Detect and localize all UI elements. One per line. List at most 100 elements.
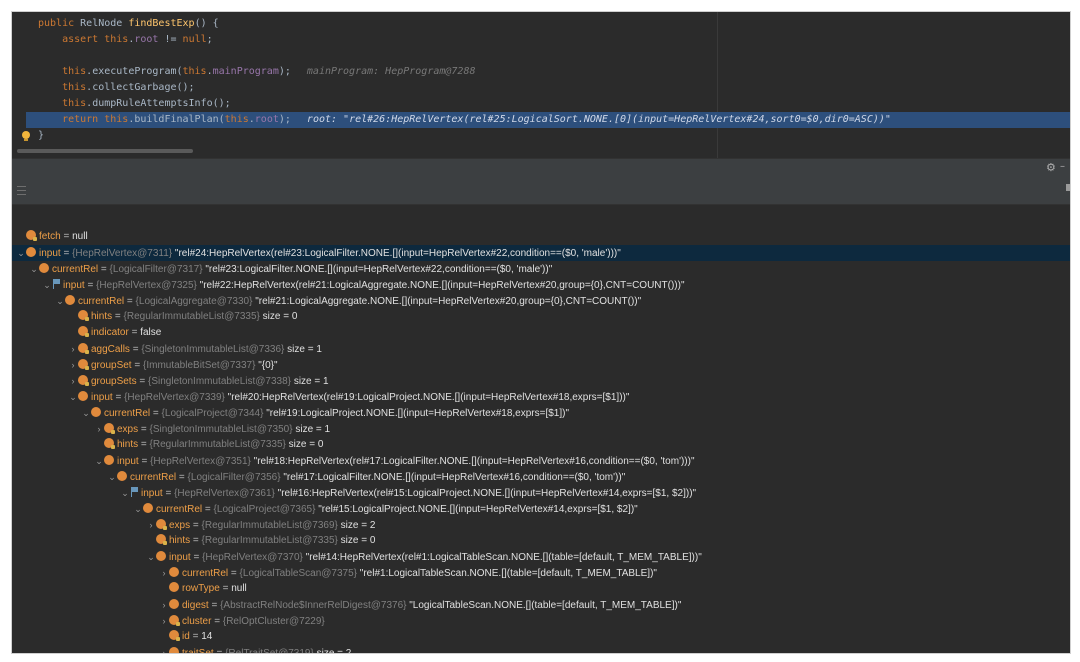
- variable-name: exps: [169, 520, 191, 531]
- expand-arrow-icon[interactable]: ›: [159, 613, 169, 629]
- code-line[interactable]: this.executeProgram(this.mainProgram); ma…: [38, 64, 475, 80]
- variable-row[interactable]: ⌄ input = {HepRelVertex@7361} "rel#16:Hep…: [12, 485, 1070, 501]
- variable-row[interactable]: › groupSet = {ImmutableBitSet@7337} "{0}": [12, 357, 1070, 373]
- field-icon: [39, 263, 49, 273]
- variable-row[interactable]: › digest = {AbstractRelNode$InnerRelDiges…: [12, 597, 1070, 613]
- expand-arrow-icon[interactable]: ›: [146, 517, 156, 533]
- collapse-arrow-icon[interactable]: ⌄: [55, 293, 65, 309]
- field-icon: [169, 582, 179, 592]
- code-line-current[interactable]: return this.buildFinalPlan(this.root); ro…: [26, 112, 1070, 128]
- code-editor[interactable]: public RelNode findBestExp() { assert th…: [12, 12, 1070, 158]
- variable-row[interactable]: hints = {RegularImmutableList@7335} size…: [12, 533, 1070, 549]
- variable-row[interactable]: ⌄ currentRel = {LogicalFilter@7317} "rel#…: [12, 261, 1070, 277]
- collapse-arrow-icon[interactable]: ⌄: [68, 389, 78, 405]
- variable-row[interactable]: › exps = {SingletonImmutableList@7350} si…: [12, 421, 1070, 437]
- horizontal-scrollbar[interactable]: [17, 149, 193, 153]
- variable-value: "rel#22:HepRelVertex(rel#21:LogicalAggre…: [199, 280, 685, 291]
- code-line[interactable]: this.collectGarbage();: [38, 80, 194, 96]
- equals-sign: =: [202, 504, 214, 515]
- expand-arrow-icon[interactable]: ›: [159, 597, 169, 613]
- code-line[interactable]: this.dumpRuleAttemptsInfo();: [38, 96, 231, 112]
- variable-type: {LogicalAggregate@7330}: [135, 296, 253, 307]
- lightbulb-icon[interactable]: [22, 131, 30, 141]
- equals-sign: =: [138, 456, 151, 467]
- collapse-arrow-icon[interactable]: ⌄: [16, 245, 26, 261]
- expand-arrow-icon[interactable]: ›: [159, 645, 169, 653]
- minimize-icon[interactable]: –: [1060, 162, 1068, 172]
- variable-row[interactable]: hints = {RegularImmutableList@7335} size…: [12, 437, 1070, 453]
- variable-row[interactable]: ⌄ currentRel = {LogicalAggregate@7330} "r…: [12, 293, 1070, 309]
- variable-row[interactable]: id = 14: [12, 629, 1070, 645]
- collapse-arrow-icon[interactable]: ⌄: [94, 453, 104, 469]
- final-field-icon: [78, 343, 89, 354]
- collapse-arrow-icon[interactable]: ⌄: [42, 277, 52, 293]
- variable-row[interactable]: ⌄ currentRel = {LogicalFilter@7356} "rel#…: [12, 469, 1070, 485]
- code-token: public: [38, 18, 81, 29]
- variable-value: "rel#21:LogicalAggregate.NONE.[](input=H…: [255, 296, 642, 307]
- code-line[interactable]: assert this.root != null;: [38, 32, 213, 48]
- equals-sign: =: [190, 552, 203, 563]
- expand-arrow-icon[interactable]: ›: [94, 421, 104, 437]
- equals-sign: =: [228, 568, 240, 579]
- menu-icon[interactable]: [17, 186, 26, 195]
- expand-arrow-icon[interactable]: ›: [68, 341, 78, 357]
- variable-row[interactable]: ⌄ currentRel = {LogicalProject@7365} "rel…: [12, 501, 1070, 517]
- variable-row[interactable]: rowType = null: [12, 581, 1070, 597]
- collapse-arrow-icon[interactable]: ⌄: [107, 469, 117, 485]
- code-token: findBestExp: [128, 18, 195, 29]
- variable-value: size = 2: [316, 648, 352, 654]
- variable-row[interactable]: › aggCalls = {SingletonImmutableList@7336…: [12, 341, 1070, 357]
- code-line[interactable]: }: [38, 128, 44, 144]
- equals-sign: =: [136, 376, 148, 387]
- expand-arrow-icon[interactable]: ›: [159, 565, 169, 581]
- equals-sign: =: [162, 488, 175, 499]
- variable-row[interactable]: ⌄ input = {HepRelVertex@7325} "rel#22:Hep…: [12, 277, 1070, 293]
- variable-name: cluster: [182, 616, 212, 627]
- variable-name: input: [117, 456, 139, 467]
- flag-icon: [130, 487, 138, 497]
- collapse-arrow-icon[interactable]: ⌄: [29, 261, 39, 277]
- variables-tree[interactable]: fetch = null ⌄ input = {HepRelVertex@7311}…: [12, 205, 1070, 653]
- collapse-arrow-icon[interactable]: ⌄: [81, 405, 91, 421]
- variable-type: {SingletonImmutableList@7336}: [141, 344, 285, 355]
- variable-row[interactable]: hints = {RegularImmutableList@7335} size…: [12, 309, 1070, 325]
- code-token: assert: [38, 34, 105, 45]
- code-token: );: [278, 66, 291, 77]
- variable-row[interactable]: indicator = false: [12, 325, 1070, 341]
- collapse-arrow-icon[interactable]: ⌄: [133, 501, 143, 517]
- variable-type: {HepRelVertex@7361}: [174, 488, 275, 499]
- variable-name: hints: [169, 535, 191, 546]
- variable-row[interactable]: › traitSet = {RelTraitSet@7319} size = 2: [12, 645, 1070, 654]
- equals-sign: =: [112, 392, 125, 403]
- variable-value: size = 1: [295, 424, 331, 435]
- code-line[interactable]: public RelNode findBestExp() {: [38, 16, 219, 32]
- variable-row[interactable]: ⌄ input = {HepRelVertex@7339} "rel#20:Hep…: [12, 389, 1070, 405]
- variable-row[interactable]: ⌄ input = {HepRelVertex@7311} "rel#24:Hep…: [12, 245, 1070, 261]
- code-token: .executeProgram(: [86, 66, 183, 77]
- collapse-arrow-icon[interactable]: ⌄: [120, 485, 130, 501]
- variable-row[interactable]: › groupSets = {SingletonImmutableList@733…: [12, 373, 1070, 389]
- variable-type: {LogicalFilter@7317}: [109, 264, 203, 275]
- code-token: this: [104, 34, 129, 45]
- expand-arrow-icon[interactable]: ›: [68, 373, 78, 389]
- variable-name: digest: [182, 600, 209, 611]
- equals-sign: =: [150, 408, 162, 419]
- variable-row[interactable]: › cluster = {RelOptCluster@7229}: [12, 613, 1070, 629]
- variable-value: "rel#17:LogicalFilter.NONE.[](input=HepR…: [283, 472, 626, 483]
- variable-row[interactable]: ⌄ input = {HepRelVertex@7370} "rel#14:Hep…: [12, 549, 1070, 565]
- variable-row[interactable]: › exps = {RegularImmutableList@7369} size…: [12, 517, 1070, 533]
- code-token: () {: [194, 18, 219, 29]
- variable-row[interactable]: ⌄ input = {HepRelVertex@7351} "rel#18:Hep…: [12, 453, 1070, 469]
- variable-type: {RegularImmutableList@7335}: [149, 439, 286, 450]
- final-field-icon: [104, 438, 115, 449]
- code-token: root: [134, 34, 159, 45]
- variable-row[interactable]: ⌄ currentRel = {LogicalProject@7344} "rel…: [12, 405, 1070, 421]
- gear-icon[interactable]: ⚙: [1046, 163, 1056, 174]
- variable-value: "rel#23:LogicalFilter.NONE.[](input=HepR…: [205, 264, 553, 275]
- expand-arrow-icon[interactable]: ›: [68, 357, 78, 373]
- collapse-arrow-icon[interactable]: ⌄: [146, 549, 156, 565]
- variable-row[interactable]: › currentRel = {LogicalTableScan@7375} "r…: [12, 565, 1070, 581]
- code-token: root: [254, 114, 279, 125]
- code-token: this: [224, 114, 249, 125]
- variable-row[interactable]: fetch = null: [12, 229, 1070, 245]
